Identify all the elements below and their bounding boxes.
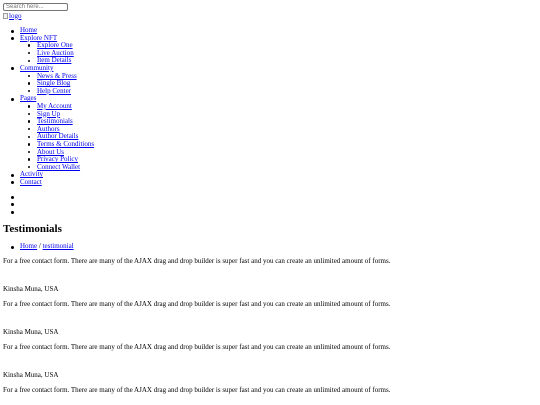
main-nav: Home Explore NFT Explore One Live Auctio… [10, 26, 94, 187]
testimonial-text: For a free contact form. There are many … [3, 257, 391, 265]
testimonial-author: Kinsha Muna, USA [3, 285, 59, 293]
empty-icon-list [11, 193, 31, 216]
breadcrumb-home-link[interactable]: Home [20, 242, 37, 250]
nav-item-contact: Contact [10, 178, 94, 187]
nav-item-explore: Explore NFT Explore One Live Auction Ite… [10, 34, 94, 65]
testimonial-author: Kinsha Muna, USA [3, 328, 59, 336]
breadcrumb-separator: / [38, 242, 41, 250]
submenu-pages: My Account Sign Up Testimonials Authors … [27, 102, 94, 172]
empty-list-item[interactable] [11, 208, 31, 216]
page-title: Testimonials [3, 223, 62, 235]
broken-image-icon [3, 13, 8, 19]
breadcrumb: Home / testimonial [11, 242, 74, 251]
nav-item-pages: Pages My Account Sign Up Testimonials Au… [10, 94, 94, 172]
submenu-explore: Explore One Live Auction Item Details [27, 41, 94, 65]
submenu-link-help-center[interactable]: Help Center [37, 87, 71, 95]
nav-item-community: Community News & Press Single Blog Help … [10, 64, 94, 96]
submenu-link-connect-wallet[interactable]: Connect Wallet [37, 163, 80, 171]
breadcrumb-current-link[interactable]: testimonial [43, 242, 74, 250]
testimonial-text: For a free contact form. There are many … [3, 300, 391, 308]
empty-list-item[interactable] [11, 193, 31, 201]
testimonial-author: Kinsha Muna, USA [3, 371, 59, 379]
testimonial-text: For a free contact form. There are many … [3, 386, 391, 394]
submenu-community: News & Press Single Blog Help Center [27, 72, 94, 96]
nav-link-pages[interactable]: Pages [20, 94, 36, 103]
logo-link[interactable]: logo [3, 12, 21, 20]
logo-alt-text[interactable]: logo [9, 12, 21, 20]
nav-link-contact[interactable]: Contact [20, 178, 42, 186]
testimonial-text: For a free contact form. There are many … [3, 343, 391, 351]
submenu-item: Help Center [27, 87, 94, 96]
empty-list-item[interactable] [11, 201, 31, 209]
submenu-item: Connect Wallet [27, 163, 94, 172]
search-input[interactable] [3, 3, 68, 11]
